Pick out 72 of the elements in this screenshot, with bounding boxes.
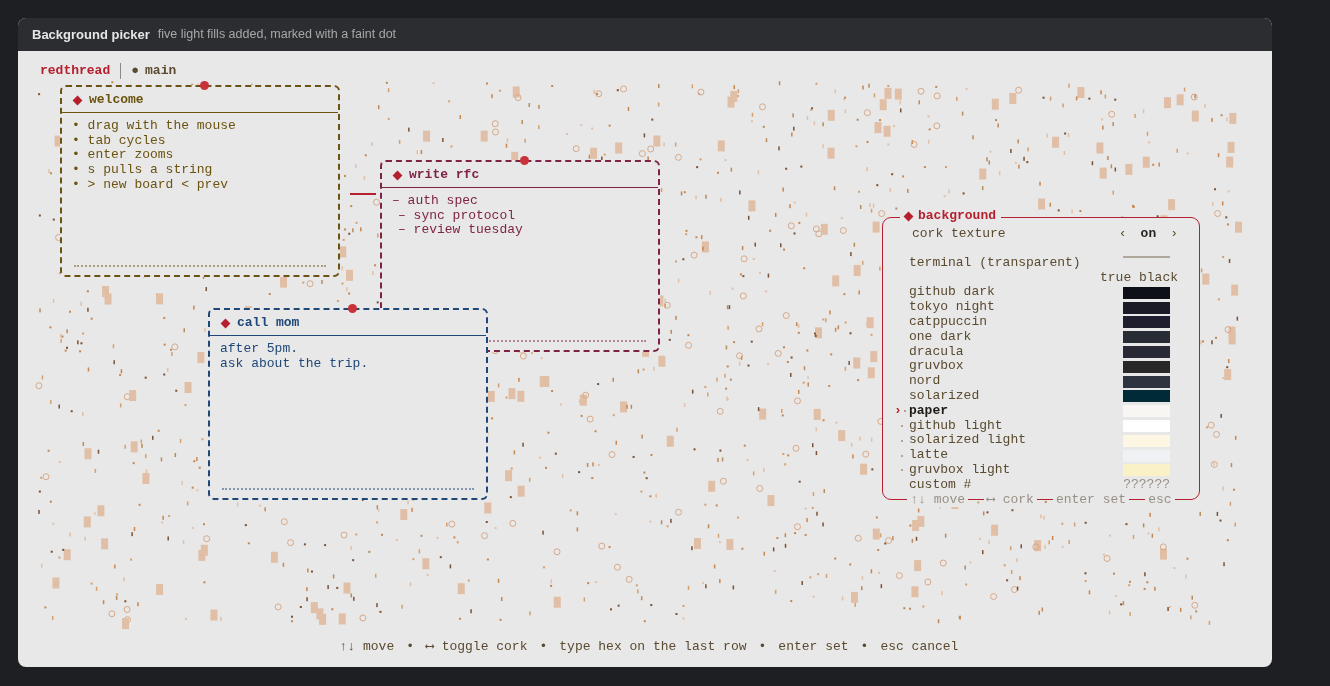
- theme-name: true black: [1100, 270, 1178, 286]
- app-name: redthread: [40, 63, 111, 79]
- theme-name: github light: [909, 418, 1003, 434]
- theme-name: dracula: [909, 344, 964, 360]
- theme-option[interactable]: one dark: [894, 329, 1190, 345]
- theme-option[interactable]: gruvbox light: [894, 462, 1190, 478]
- theme-option[interactable]: github light: [894, 418, 1190, 434]
- theme-option[interactable]: solarized light: [894, 433, 1190, 449]
- theme-name: solarized: [909, 388, 980, 404]
- separator-dot: •: [860, 640, 869, 655]
- prev-arrow[interactable]: ‹: [1118, 227, 1127, 242]
- theme-option[interactable]: catppuccin: [894, 315, 1190, 330]
- theme-option[interactable]: custom # ??????: [894, 477, 1190, 493]
- pin-icon: [520, 156, 529, 165]
- theme-name: terminal (transparent): [909, 255, 1081, 271]
- theme-name: gruvbox light: [909, 462, 1011, 478]
- board-line: • drag with the mouse: [72, 118, 237, 134]
- pin-icon: [200, 81, 209, 90]
- window-subtitle: five light fills added, marked with a faint dot: [157, 26, 397, 44]
- toggle-value[interactable]: on: [1134, 227, 1163, 242]
- separator-dot: •: [539, 640, 548, 655]
- theme-option[interactable]: true black: [894, 270, 1190, 286]
- board-title: welcome: [89, 93, 144, 108]
- theme-option[interactable]: › paper: [894, 403, 1190, 419]
- board-line: – sync protocol: [397, 208, 517, 224]
- theme-option[interactable]: solarized: [894, 388, 1190, 404]
- pin-icon: [348, 304, 357, 313]
- theme-name: paper: [909, 403, 948, 419]
- key-hint: enter set: [778, 640, 849, 655]
- theme-option[interactable]: tokyo night: [894, 300, 1190, 315]
- theme-option[interactable]: terminal (transparent): [894, 255, 1190, 271]
- board-title: call mom: [237, 316, 300, 331]
- selection-caret: ›: [894, 403, 902, 419]
- string-line: [350, 193, 376, 195]
- board-line: – review tuesday: [397, 223, 524, 239]
- theme-name: latte: [909, 448, 948, 463]
- separator-dot: •: [758, 640, 767, 655]
- theme-option[interactable]: nord: [894, 374, 1190, 389]
- next-arrow[interactable]: ›: [1170, 227, 1178, 242]
- theme-name: custom #: [909, 477, 972, 493]
- key-hint: esc cancel: [880, 640, 959, 655]
- board-line: – auth spec: [392, 193, 479, 209]
- theme-name: solarized light: [909, 433, 1027, 449]
- board-line: • > new board < prev: [72, 178, 230, 193]
- theme-name: github dark: [909, 285, 995, 301]
- branch-marker: ●: [131, 63, 140, 79]
- board-line: • enter zooms: [72, 148, 175, 164]
- theme-name: one dark: [909, 329, 972, 345]
- theme-option[interactable]: gruvbox: [894, 359, 1190, 375]
- window-title: Background picker: [32, 25, 150, 44]
- board-line: after 5pm.: [220, 341, 299, 357]
- theme-option[interactable]: latte: [894, 448, 1190, 463]
- theme-name: tokyo night: [909, 300, 995, 315]
- board-title: write rfc: [409, 168, 480, 183]
- theme-name: gruvbox: [909, 359, 964, 375]
- picker-title: background: [918, 209, 996, 224]
- key-hint: esc: [1145, 493, 1175, 507]
- key-hint: ↑↓ move: [907, 493, 969, 507]
- theme-option[interactable]: github dark: [894, 285, 1190, 301]
- separator-dot: •: [406, 640, 415, 655]
- setting-label: cork texture: [911, 227, 1006, 242]
- theme-name: nord: [909, 374, 941, 389]
- branch-name: main: [145, 63, 177, 79]
- transparent-swatch: [1123, 255, 1170, 258]
- board-line: • s pulls a string: [72, 163, 214, 178]
- theme-option[interactable]: dracula: [894, 344, 1190, 360]
- board-line: ask about the trip.: [220, 356, 370, 372]
- theme-name: catppuccin: [909, 315, 987, 330]
- key-hint: ⟷ toggle cork: [426, 640, 528, 655]
- key-hint: ↑↓ move: [339, 640, 395, 655]
- key-hint: type hex on the last row: [559, 640, 747, 655]
- board-line: • tab cycles: [72, 133, 167, 149]
